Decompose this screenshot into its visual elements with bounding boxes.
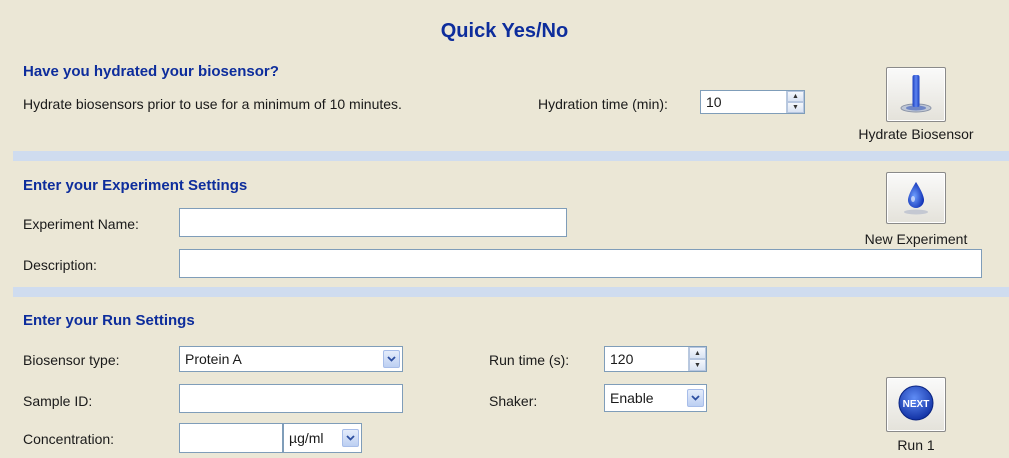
experiment-name-label: Experiment Name:	[23, 216, 139, 232]
next-icon: NEXT	[896, 383, 936, 426]
hydrate-biosensor-button[interactable]	[886, 67, 946, 122]
biosensor-type-select[interactable]: Protein A	[179, 346, 403, 372]
run-time-down-button[interactable]: ▼	[689, 359, 706, 371]
experiment-name-input[interactable]	[179, 208, 567, 237]
droplet-icon	[899, 177, 933, 220]
hydration-time-down-button[interactable]: ▼	[787, 102, 804, 113]
run-time-label: Run time (s):	[489, 352, 570, 368]
chevron-down-icon[interactable]	[342, 429, 359, 447]
concentration-label: Concentration:	[23, 431, 115, 447]
hydrate-biosensor-label: Hydrate Biosensor	[858, 126, 974, 142]
run-heading: Enter your Run Settings	[23, 312, 195, 329]
hydration-time-stepper[interactable]: 10 ▲ ▼	[700, 90, 805, 114]
biosensor-probe-icon	[896, 71, 936, 118]
description-input[interactable]	[179, 249, 982, 278]
hydration-time-up-button[interactable]: ▲	[787, 91, 804, 102]
next-icon-text: NEXT	[903, 399, 930, 410]
chevron-down-icon[interactable]	[687, 389, 704, 407]
sample-id-input[interactable]	[179, 384, 403, 413]
hydration-time-value[interactable]: 10	[701, 94, 786, 110]
concentration-unit-select[interactable]: µg/ml	[283, 423, 362, 453]
biosensor-type-value: Protein A	[185, 351, 242, 367]
concentration-input[interactable]	[179, 423, 283, 453]
description-label: Description:	[23, 257, 97, 273]
run-time-up-button[interactable]: ▲	[689, 347, 706, 359]
run-time-value[interactable]: 120	[605, 351, 688, 367]
shaker-select[interactable]: Enable	[604, 384, 707, 412]
hydration-time-label: Hydration time (min):	[538, 96, 668, 112]
hydrate-heading: Have you hydrated your biosensor?	[23, 63, 279, 80]
run-time-stepper[interactable]: 120 ▲ ▼	[604, 346, 707, 372]
shaker-label: Shaker:	[489, 393, 538, 409]
section-divider	[13, 287, 1009, 297]
concentration-unit-value: µg/ml	[289, 430, 324, 446]
new-experiment-button[interactable]	[886, 172, 946, 224]
hydrate-instruction: Hydrate biosensors prior to use for a mi…	[23, 96, 402, 112]
run-button[interactable]: NEXT	[886, 377, 946, 432]
chevron-down-icon[interactable]	[383, 350, 400, 368]
experiment-heading: Enter your Experiment Settings	[23, 177, 248, 194]
shaker-value: Enable	[610, 390, 654, 406]
section-divider	[13, 151, 1009, 161]
new-experiment-label: New Experiment	[864, 231, 968, 247]
run-button-label: Run 1	[897, 437, 935, 453]
biosensor-type-label: Biosensor type:	[23, 352, 120, 368]
page-title: Quick Yes/No	[440, 20, 569, 42]
sample-id-label: Sample ID:	[23, 393, 93, 409]
